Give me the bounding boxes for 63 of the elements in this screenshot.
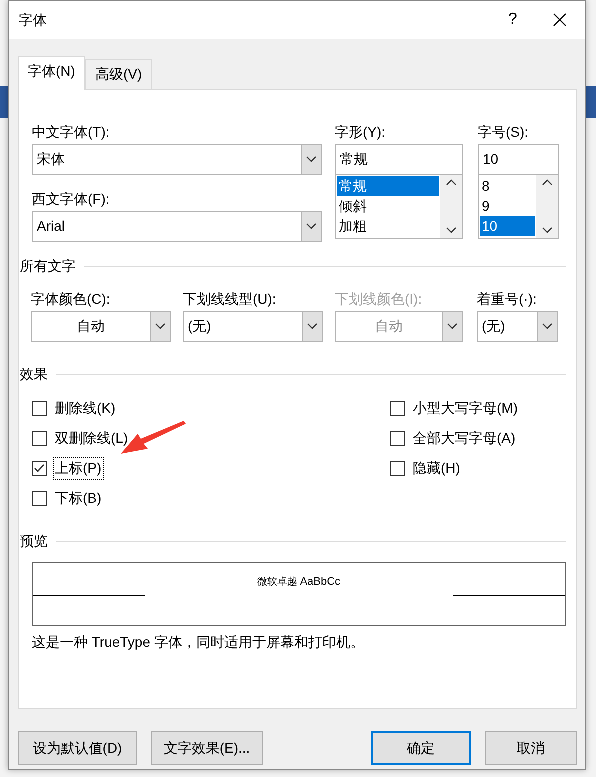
list-item[interactable]: 倾斜 [337,196,439,216]
scrollbar[interactable] [440,175,462,238]
checkbox[interactable] [390,430,405,446]
chevron-down-icon [306,156,317,163]
scrollbar[interactable] [536,175,558,238]
help-button[interactable]: ? [491,8,535,32]
checkbox-label[interactable]: 上标(P) [53,456,104,480]
chevron-down-icon [446,227,456,234]
list-item[interactable]: 8 [480,176,535,196]
checkbox-label[interactable]: 隐藏(H) [411,456,462,480]
section-heading: 效果 [20,365,48,384]
font-description: 这是一种 TrueType 字体，同时适用于屏幕和打印机。 [32,633,366,652]
chevron-down-icon [447,323,458,330]
chevron-down-icon [307,323,318,330]
checkbox[interactable] [32,490,47,506]
dialog-button[interactable]: 文字效果(E)... [151,731,263,765]
checkbox-label[interactable]: 下标(B) [53,486,104,510]
preview-text: AaBbCc [300,576,341,588]
dialog-button[interactable]: 取消 [485,731,577,765]
dropdown-field[interactable]: 自动 [31,311,171,342]
field-label: 西文字体(F): [32,190,111,209]
chevron-down-icon [306,223,317,230]
chevron-up-icon [542,179,552,186]
check-icon [34,464,45,472]
chevron-up-icon [446,179,456,186]
chevron-down-icon [542,227,552,234]
chevron-down-icon [155,323,166,330]
chevron-down-icon [542,323,553,330]
field-label: 着重号(·): [477,290,538,309]
checkbox-label[interactable]: 小型大写字母(M) [411,396,520,420]
dialog-button[interactable]: 设为默认值(D) [18,731,137,765]
checkbox-label[interactable]: 删除线(K) [53,396,118,420]
field-label: 下划线颜色(I): [335,290,424,309]
field-label: 字号(S): [478,123,530,142]
field-label: 下划线线型(U): [183,290,278,309]
section-heading: 预览 [20,532,48,551]
list-item[interactable]: 加粗 [337,216,439,236]
section-heading: 所有文字 [20,257,76,276]
list-item[interactable]: 10 [480,216,535,236]
checkbox[interactable] [32,430,47,446]
preview-text: 微软卓越 [257,576,298,588]
dropdown-field[interactable]: (无) [477,311,558,342]
text-field[interactable]: 10 [478,144,559,175]
list-item[interactable]: 常规 [337,176,439,196]
field-label: 中文字体(T): [32,123,111,142]
dropdown-field[interactable]: Arial [32,211,322,242]
checkbox[interactable] [390,460,405,476]
tab[interactable]: 字体(N) [18,56,86,90]
checkbox[interactable] [32,400,47,416]
checkbox-label[interactable]: 全部大写字母(A) [411,426,518,450]
close-icon [553,13,567,27]
dropdown-field[interactable]: (无) [183,311,323,342]
checkbox[interactable] [32,460,47,476]
dropdown-field[interactable]: 宋体 [32,144,322,175]
checkbox-label[interactable]: 双删除线(L) [53,426,130,450]
checkbox[interactable] [390,400,405,416]
window-title: 字体 [19,10,48,30]
list-item[interactable]: 9 [480,196,535,216]
text-field[interactable]: 常规 [335,144,463,175]
field-label: 字体颜色(C): [31,290,112,309]
tab[interactable]: 高级(V) [85,59,152,89]
field-label: 字形(Y): [335,123,387,142]
dialog-button[interactable]: 确定 [371,731,471,765]
